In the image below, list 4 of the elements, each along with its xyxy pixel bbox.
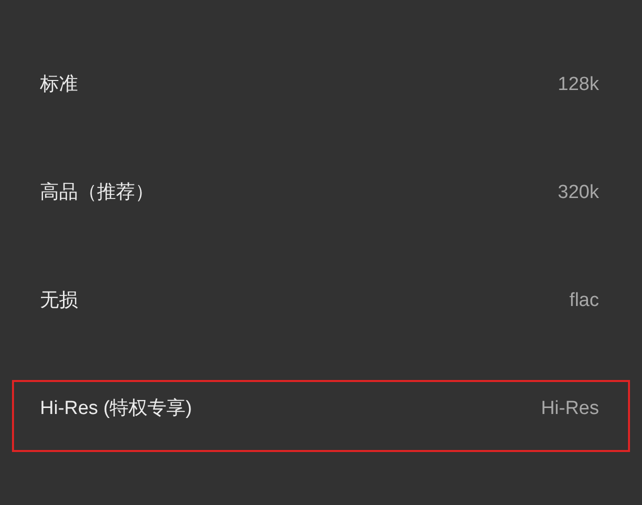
quality-option[interactable]: Hi-Res (特权专享) Hi-Res	[12, 380, 630, 452]
quality-option[interactable]: 无损 flac	[12, 272, 630, 344]
quality-option[interactable]: 标准 128k	[12, 56, 630, 128]
quality-option[interactable]: 高品（推荐） 320k	[12, 164, 630, 236]
